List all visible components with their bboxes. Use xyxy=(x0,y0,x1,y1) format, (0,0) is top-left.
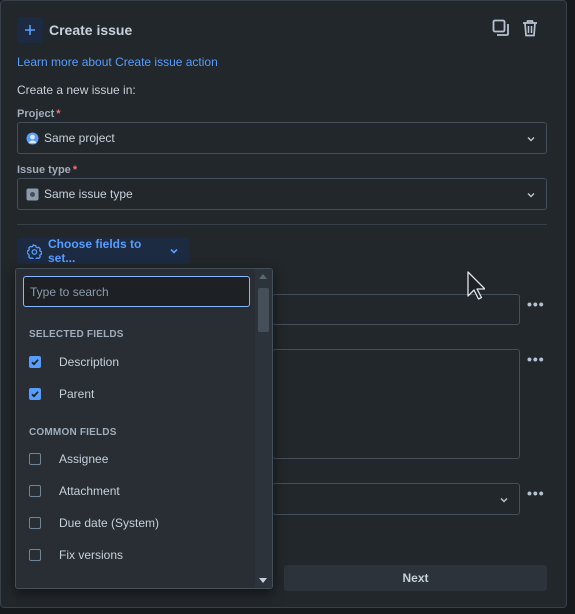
option-assignee[interactable]: Assignee xyxy=(29,449,108,469)
issue-type-value: Same issue type xyxy=(44,187,133,201)
field-select[interactable] xyxy=(272,483,520,515)
checkbox[interactable] xyxy=(29,517,41,529)
trash-icon[interactable] xyxy=(522,19,538,37)
mouse-cursor-icon xyxy=(467,271,486,304)
more-icon[interactable]: ••• xyxy=(527,296,545,312)
checkbox-checked[interactable] xyxy=(29,388,41,400)
option-due-date[interactable]: Due date (System) xyxy=(29,513,159,533)
learn-more-link[interactable]: Learn more about Create issue action xyxy=(17,55,218,69)
more-icon[interactable]: ••• xyxy=(527,485,545,501)
common-fields-heading: COMMON FIELDS xyxy=(29,427,117,438)
divider xyxy=(17,224,547,225)
checkbox[interactable] xyxy=(29,453,41,465)
checkbox[interactable] xyxy=(29,549,41,561)
project-select[interactable]: Same project xyxy=(17,122,547,154)
plus-icon[interactable] xyxy=(17,17,43,43)
issue-type-label: Issue type * xyxy=(17,164,78,176)
project-value: Same project xyxy=(44,131,115,145)
option-parent[interactable]: Parent xyxy=(29,384,94,404)
chevron-down-icon xyxy=(169,246,179,256)
copy-icon[interactable] xyxy=(492,19,510,37)
option-label: Description xyxy=(59,355,120,369)
panel-header: Create issue xyxy=(17,17,538,43)
checkbox-checked[interactable] xyxy=(29,356,41,368)
option-label: Assignee xyxy=(59,452,109,466)
scrollbar[interactable] xyxy=(255,269,272,588)
choose-fields-label: Choose fields to set... xyxy=(48,237,142,265)
option-attachment[interactable]: Attachment xyxy=(29,481,120,501)
chevron-down-icon xyxy=(526,133,536,147)
chevron-down-icon xyxy=(526,189,536,203)
create-in-label: Create a new issue in: xyxy=(17,83,136,97)
search-input[interactable] xyxy=(23,276,250,307)
checkbox[interactable] xyxy=(29,485,41,497)
chevron-down-icon xyxy=(499,494,509,508)
more-icon[interactable]: ••• xyxy=(527,351,545,367)
scroll-down-icon[interactable] xyxy=(259,578,267,583)
choose-fields-button[interactable]: Choose fields to set... xyxy=(17,237,189,265)
issue-type-icon xyxy=(26,188,39,201)
option-description[interactable]: Description xyxy=(29,352,119,372)
option-fix-versions[interactable]: Fix versions xyxy=(29,545,123,565)
issue-type-select[interactable]: Same issue type xyxy=(17,178,547,210)
gear-icon xyxy=(27,243,42,259)
project-avatar-icon xyxy=(26,132,39,145)
next-button[interactable]: Next xyxy=(284,565,547,591)
scrollbar-thumb[interactable] xyxy=(258,288,269,332)
panel-title: Create issue xyxy=(49,22,133,38)
fields-dropdown: SELECTED FIELDS Description Parent COMMO… xyxy=(15,268,273,589)
scroll-up-icon[interactable] xyxy=(259,274,267,279)
option-label: Parent xyxy=(59,387,95,401)
selected-fields-heading: SELECTED FIELDS xyxy=(29,329,124,340)
field-textarea[interactable] xyxy=(272,349,520,459)
option-label: Attachment xyxy=(59,484,120,498)
project-label: Project * xyxy=(17,108,61,120)
option-label: Fix versions xyxy=(59,548,124,562)
option-label: Due date (System) xyxy=(59,516,160,530)
